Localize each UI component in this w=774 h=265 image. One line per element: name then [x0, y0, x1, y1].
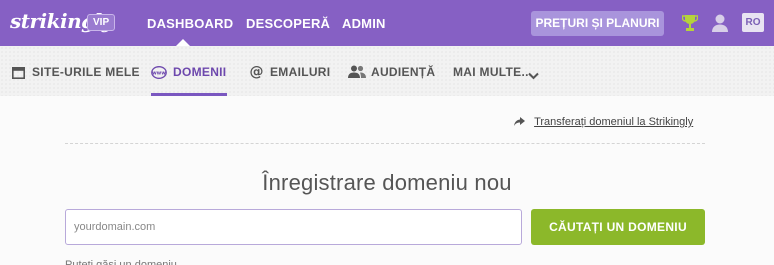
divider	[65, 143, 705, 144]
trophy-icon[interactable]	[681, 14, 699, 37]
search-domain-button[interactable]: CĂUTAȚI UN DOMENIU	[531, 209, 705, 245]
transfer-domain-text[interactable]: Transferați domeniul la Strikingly	[534, 116, 693, 128]
www-globe-icon: www	[151, 66, 167, 84]
browser-window-icon	[12, 66, 25, 84]
user-icon[interactable]	[711, 13, 729, 37]
vip-badge: VIP	[87, 14, 116, 31]
users-icon	[348, 65, 366, 83]
tab-domenii[interactable]: DOMENII	[173, 65, 226, 79]
tab-mai-multe[interactable]: MAI MULTE...	[453, 65, 532, 79]
svg-text:www: www	[152, 71, 166, 77]
nav-admin[interactable]: ADMIN	[342, 16, 386, 31]
transfer-domain-link[interactable]: Transferați domeniul la Strikingly	[514, 116, 693, 128]
page-title: Înregistrare domeniu nou	[262, 170, 512, 195]
nav-descopera[interactable]: DESCOPERĂ	[246, 16, 330, 31]
at-sign-icon: @	[249, 64, 264, 84]
helper-text: Puteți găsi un domeniu	[65, 259, 177, 265]
language-selector[interactable]: RO	[742, 13, 764, 32]
active-nav-indicator	[176, 39, 190, 46]
pricing-plans-button[interactable]: PREȚURI ȘI PLANURI	[531, 11, 664, 36]
top-navigation-bar: strikingly VIP DASHBOARD DESCOPERĂ ADMIN…	[0, 0, 774, 46]
tab-site-urile-mele[interactable]: SITE-URILE MELE	[32, 65, 140, 79]
nav-dashboard[interactable]: DASHBOARD	[147, 16, 233, 31]
domain-search-input[interactable]	[65, 209, 522, 245]
tab-audienta[interactable]: AUDIENȚĂ	[371, 65, 435, 79]
chevron-down-icon[interactable]	[528, 67, 539, 85]
share-arrow-icon	[514, 117, 525, 126]
secondary-navigation: SITE-URILE MELE www DOMENII @ EMAILURI A…	[0, 46, 774, 96]
svg-text:@: @	[250, 64, 264, 79]
tab-emailuri[interactable]: EMAILURI	[270, 65, 330, 79]
